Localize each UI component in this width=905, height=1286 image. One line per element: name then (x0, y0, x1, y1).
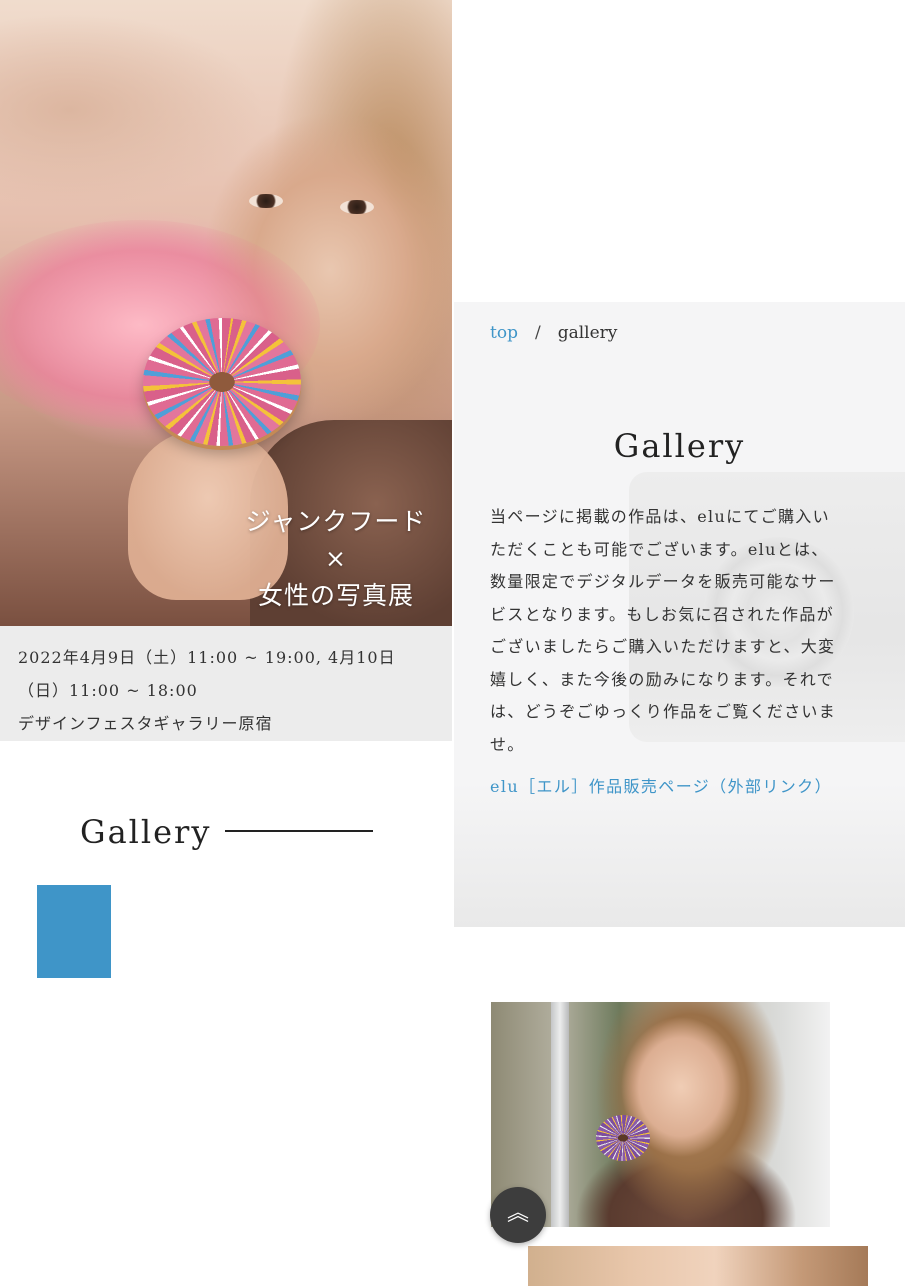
gallery-description: 当ページに掲載の作品は、eluにてご購入い ただくことも可能でございます。elu… (490, 501, 880, 761)
keyboard-background-image (454, 782, 905, 927)
hero-title-line-1: ジャンクフード (245, 507, 427, 536)
accent-block (37, 885, 111, 978)
double-chevron-up-icon: ︽ (506, 1201, 529, 1226)
scroll-to-top-button[interactable]: ︽ (490, 1187, 546, 1243)
breadcrumb-current: gallery (557, 323, 618, 343)
hero-title-line-3: 女性の写真展 (257, 581, 414, 610)
description-line: ただくことも可能でございます。eluとは、 (490, 539, 829, 559)
page-title: Gallery (613, 427, 746, 465)
description-line: ございましたらご購入いただけますと、大変 (490, 637, 836, 656)
event-venue: デザインフェスタギャラリー原宿 (18, 714, 273, 733)
hero-title-line-2: × (325, 544, 347, 573)
breadcrumb: top / gallery (490, 320, 617, 346)
gallery-photo-1[interactable] (491, 1002, 830, 1227)
description-line: は、どうぞごゆっくり作品をご覧くださいま (490, 702, 837, 721)
hero-eye-left (249, 194, 283, 208)
event-info: 2022年4月9日（土）11:00 ~ 19:00, 4月10日 （日）11:0… (0, 626, 452, 741)
hero-donut-shape (143, 318, 301, 446)
description-line: 当ページに掲載の作品は、eluにてご購入い (490, 507, 830, 526)
heading-rule (225, 830, 373, 832)
description-line: 数量限定でデジタルデータを販売可能なサー (490, 572, 836, 591)
description-line: 嬉しく、また今後の励みになります。それで (490, 669, 834, 689)
breadcrumb-top-link[interactable]: top (490, 323, 518, 343)
event-date-line-2: （日）11:00 ~ 18:00 (18, 681, 198, 700)
gallery-photo-2[interactable] (528, 1246, 868, 1286)
gallery-info-panel: top / gallery Gallery 当ページに掲載の作品は、eluにてご購入… (454, 302, 905, 927)
event-date-line-1: 2022年4月9日（土）11:00 ~ 19:00, 4月10日 (18, 648, 396, 667)
description-line: ビスとなります。もしお気に召された作品が (490, 604, 834, 624)
hero-title: ジャンクフード × 女性の写真展 (236, 503, 436, 614)
gallery-section-heading: Gallery (80, 813, 212, 851)
photo-donut-shape (596, 1115, 650, 1161)
photo-background-pole (551, 1002, 569, 1227)
hero-eye-right (340, 200, 374, 214)
description-line: せ。 (490, 734, 525, 754)
elu-external-link[interactable]: elu［エル］作品販売ページ（外部リンク） (490, 774, 832, 800)
hero-image: ジャンクフード × 女性の写真展 (0, 0, 452, 626)
breadcrumb-separator: / (534, 323, 541, 343)
